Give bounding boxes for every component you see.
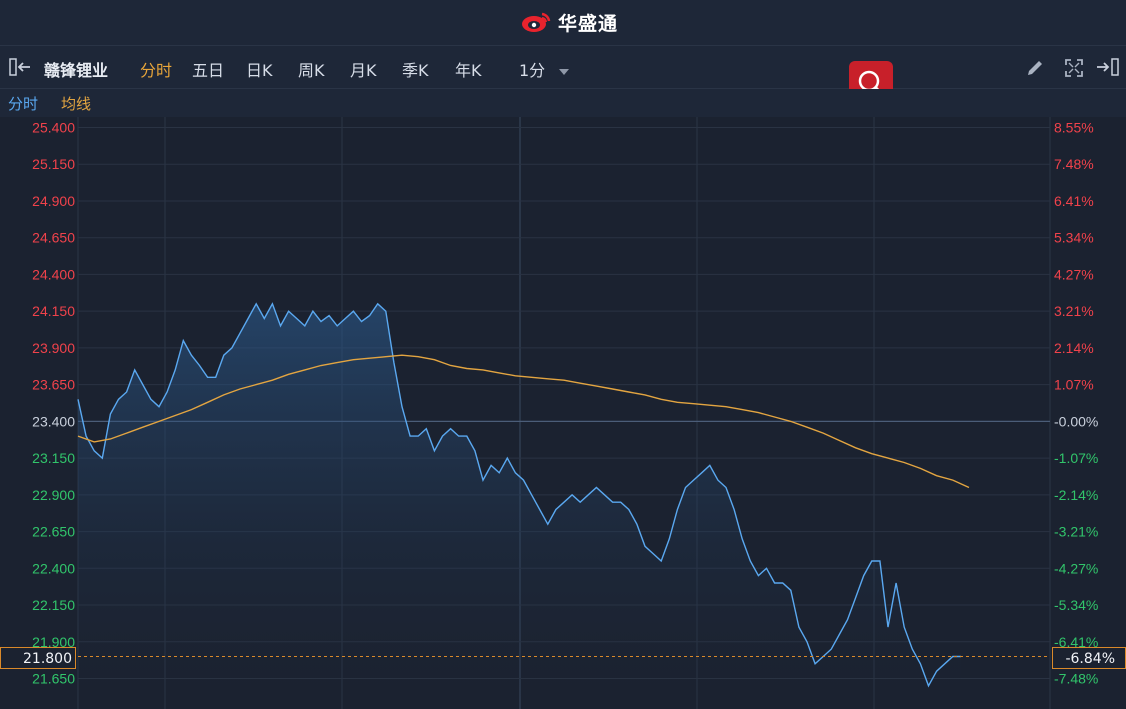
panel-collapse-icon[interactable] [8, 58, 34, 76]
tab-period-intraday[interactable]: 分时 [140, 57, 172, 81]
y-tick-label-price: 22.900 [32, 487, 75, 503]
y-tick-label-price: 22.650 [32, 524, 75, 540]
y-tick-label-percent: 8.55% [1054, 120, 1094, 136]
pencil-icon[interactable] [1025, 58, 1045, 78]
y-tick-label-percent: 3.21% [1054, 303, 1094, 319]
tab-period-5day[interactable]: 五日 [192, 57, 224, 81]
y-tick-label-percent: 7.48% [1054, 156, 1094, 172]
intraday-chart[interactable]: 25.400 8.55% 25.150 7.48% 24.900 6.41% 24.650 5… [0, 117, 1126, 709]
tab-period-weekly-k[interactable]: 周K [298, 57, 325, 81]
y-tick-label-percent: 5.34% [1054, 230, 1094, 246]
y-tick-label-price: 22.400 [32, 560, 75, 576]
quote-app: 华盛通 赣锋锂业 分时 五日 日K 周K 月K 季K 年K 1分 分时 均线 2… [0, 0, 1126, 709]
top-bar: 华盛通 [0, 0, 1126, 46]
tab-period-quarterly-k[interactable]: 季K [402, 57, 429, 81]
current-price-tag: 21.800 [0, 647, 76, 669]
tab-period-daily-k[interactable]: 日K [246, 57, 273, 81]
tab-period-monthly-k[interactable]: 月K [350, 57, 377, 81]
y-tick-label-price: 25.400 [32, 120, 75, 136]
chevron-down-icon [559, 68, 570, 75]
y-tick-label-percent: 6.41% [1054, 193, 1094, 209]
brand-name: 华盛通 [558, 12, 619, 35]
y-tick-label-price: 23.150 [32, 450, 75, 466]
legend-bar: 分时 均线 [0, 89, 1126, 117]
y-tick-label-percent: -0.00% [1054, 413, 1098, 429]
y-tick-label-percent: -3.21% [1054, 524, 1098, 540]
y-tick-label-price: 24.650 [32, 230, 75, 246]
y-tick-label-percent: -2.14% [1054, 487, 1098, 503]
y-tick-label-percent: 2.14% [1054, 340, 1094, 356]
y-tick-label-percent: -5.34% [1054, 597, 1098, 613]
legend-price-line: 分时 [8, 95, 39, 113]
y-tick-label-percent: 4.27% [1054, 266, 1094, 282]
weibo-eye-logo-icon [522, 12, 551, 32]
toolbar: 赣锋锂业 分时 五日 日K 周K 月K 季K 年K 1分 [0, 46, 1126, 89]
fullscreen-icon[interactable] [1064, 58, 1084, 78]
y-tick-label-price: 25.150 [32, 156, 75, 172]
y-tick-label-price: 23.650 [32, 377, 75, 393]
panel-expand-icon[interactable] [1095, 58, 1121, 76]
y-tick-label-percent: -4.27% [1054, 560, 1098, 576]
interval-value: 1分 [519, 61, 546, 80]
y-tick-label-price: 21.650 [32, 671, 75, 687]
legend-average-line: 均线 [61, 95, 92, 113]
y-tick-label-percent: 1.07% [1054, 377, 1094, 393]
y-tick-label-price: 24.400 [32, 266, 75, 282]
y-tick-label-percent: -7.48% [1054, 671, 1098, 687]
stock-name[interactable]: 赣锋锂业 [44, 57, 108, 81]
y-tick-label-price: 24.900 [32, 193, 75, 209]
y-tick-label-price: 23.900 [32, 340, 75, 356]
tab-period-yearly-k[interactable]: 年K [455, 57, 482, 81]
y-tick-label-price: 23.400 [32, 413, 75, 429]
price-area-fill [78, 303, 961, 709]
interval-select[interactable]: 1分 [519, 57, 570, 81]
current-change-tag: -6.84% [1052, 647, 1126, 669]
y-tick-label-price: 24.150 [32, 303, 75, 319]
y-tick-label-price: 22.150 [32, 597, 75, 613]
y-tick-label-percent: -1.07% [1054, 450, 1098, 466]
brand: 华盛通 [520, 8, 618, 36]
